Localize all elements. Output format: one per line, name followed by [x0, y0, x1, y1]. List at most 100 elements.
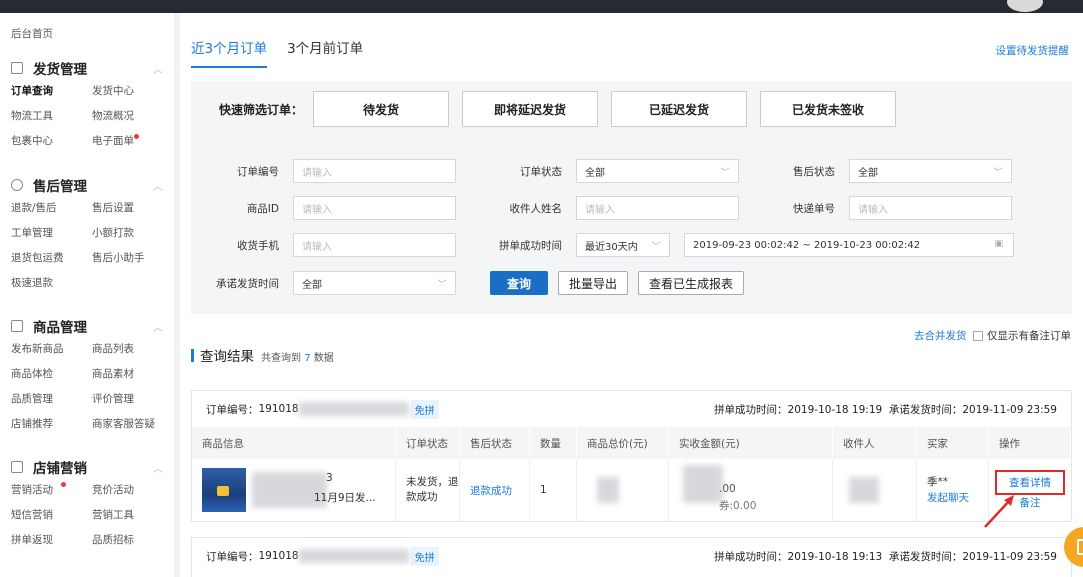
section-title: 发货管理 — [33, 62, 87, 78]
sidebar-section-header[interactable]: 店铺营销 ︿ — [11, 456, 163, 478]
sidebar-item[interactable]: 物流概况 — [92, 104, 167, 129]
sidebar-item[interactable]: 品质招标 — [92, 528, 167, 553]
checkbox-icon[interactable] — [973, 330, 983, 341]
select-value: 全部 — [585, 167, 605, 179]
quantity-cell: 1 — [530, 459, 577, 521]
promise-time-text: 承诺发货时间：2019-11-09 23:59 — [888, 550, 1057, 563]
order-times: 拼单成功时间：2019-10-18 19:19 承诺发货时间：2019-11-0… — [714, 402, 1057, 417]
product-id-input[interactable]: 请输入 — [293, 196, 456, 220]
order-header: 订单编号： 191018 免拼 拼单成功时间：2019-10-18 19:13 … — [192, 538, 1071, 574]
column-header: 收件人 — [833, 427, 917, 459]
sidebar-section-header[interactable]: 发货管理 ︿ — [11, 57, 163, 79]
result-title: 查询结果 — [200, 349, 254, 365]
sidebar-section-header[interactable]: 售后管理 ︿ — [11, 174, 163, 196]
sidebar-item[interactable]: 售后小助手 — [92, 246, 167, 271]
query-button[interactable]: 查询 — [490, 271, 548, 295]
total-price-cell — [577, 459, 669, 521]
start-chat-link[interactable]: 发起聊天 — [927, 490, 969, 506]
sidebar-item[interactable]: 拼单返现 — [11, 528, 92, 553]
quick-filter-soon-late-button[interactable]: 即将延迟发货 — [462, 91, 598, 127]
tab-older-than-3-months[interactable]: 3个月前订单 — [287, 37, 363, 68]
sidebar-section-marketing: 店铺营销 ︿ 营销活动 竞价活动 短信营销 营销工具 拼单返现 品质招标 — [11, 456, 163, 553]
product-thumbnail[interactable] — [202, 468, 246, 512]
batch-export-button[interactable]: 批量导出 — [558, 271, 629, 295]
sidebar-item[interactable]: 工单管理 — [11, 221, 92, 246]
chevron-up-icon[interactable]: ︿ — [153, 460, 163, 475]
sidebar-item[interactable]: 短信营销 — [11, 503, 92, 528]
sidebar-item[interactable]: 品质管理 — [11, 387, 92, 412]
chevron-up-icon[interactable]: ︿ — [153, 319, 163, 334]
success-time-range-select[interactable]: 最近30天内 ﹀ — [576, 233, 670, 257]
select-value: 全部 — [858, 167, 878, 179]
quick-filter-shipped-unsigned-button[interactable]: 已发货未签收 — [760, 91, 896, 127]
note-link[interactable]: 备注 — [1020, 495, 1041, 510]
sidebar-item[interactable]: 评价管理 — [92, 387, 167, 412]
sidebar-section-shipping: 发货管理 ︿ 订单查询 发货中心 物流工具 物流概况 包裹中心 电子面单 — [11, 57, 163, 154]
annotation-arrow — [984, 495, 1014, 528]
sidebar-item[interactable]: 发布新商品 — [11, 337, 92, 362]
sidebar-item[interactable]: 物流工具 — [11, 104, 92, 129]
sidebar-item[interactable]: 售后设置 — [92, 196, 167, 221]
recipient-input[interactable]: 请输入 — [576, 196, 739, 220]
sidebar-item[interactable]: 退款/售后 — [11, 196, 92, 221]
sidebar-item[interactable]: 竞价活动 — [92, 478, 167, 503]
column-header: 买家 — [917, 427, 989, 459]
promise-time-text: 承诺发货时间：2019-11-09 23:59 — [888, 403, 1057, 416]
remark-only-checkbox[interactable]: 仅显示有备注订单 — [973, 328, 1071, 343]
date-range-value: 2019-09-23 00:02:42 ~ 2019-10-23 00:02:4… — [693, 239, 921, 251]
accent-bar — [191, 348, 194, 362]
quick-filter-late-button[interactable]: 已延迟发货 — [611, 91, 747, 127]
shield-icon — [11, 179, 23, 191]
chevron-up-icon[interactable]: ︿ — [153, 178, 163, 193]
product-name[interactable]: 3 11月9日发... — [252, 468, 382, 512]
notification-dot — [134, 134, 139, 139]
table-header: 商品信息 订单状态 售后状态 数量 商品总价(元) 实收金额(元) 收件人 买家… — [192, 427, 1071, 459]
sidebar-item[interactable]: 商品列表 — [92, 337, 167, 362]
sidebar-item[interactable]: 极速退款 — [11, 271, 92, 296]
order-status-select[interactable]: 全部 ﹀ — [576, 159, 739, 183]
order-no-label: 订单编号： — [206, 550, 259, 563]
quick-filter: 快速筛选订单： 待发货 即将延迟发货 已延迟发货 已发货未签收 — [219, 91, 909, 127]
date-range-picker[interactable]: 2019-09-23 00:02:42 ~ 2019-10-23 00:02:4… — [684, 233, 1014, 257]
sidebar-item[interactable]: 包裹中心 — [11, 129, 92, 154]
sidebar-item[interactable]: 小额打款 — [92, 221, 167, 246]
order-no-label: 订单编号 — [237, 165, 279, 178]
result-header: 查询结果 共查询到 7 数据 — [191, 345, 334, 365]
promise-time-select[interactable]: 全部 ﹀ — [293, 271, 456, 295]
avatar[interactable] — [1007, 0, 1043, 12]
sidebar-item-home[interactable]: 后台首页 — [11, 26, 53, 41]
tab-recent-3-months[interactable]: 近3个月订单 — [191, 37, 268, 68]
sidebar-item[interactable]: 店铺推荐 — [11, 412, 92, 437]
sidebar-item[interactable]: 商品体检 — [11, 362, 92, 387]
sidebar-item-order-query[interactable]: 订单查询 — [11, 79, 92, 104]
shipping-reminder-link[interactable]: 设置待发货提醒 — [996, 43, 1070, 58]
sidebar-item[interactable]: 退货包运费 — [11, 246, 92, 271]
column-header: 订单状态 — [396, 427, 460, 459]
after-sale-status-select[interactable]: 全部 ﹀ — [849, 159, 1012, 183]
column-header: 实收金额(元) — [669, 427, 833, 459]
success-time-text: 拼单成功时间：2019-10-18 19:19 — [714, 403, 883, 416]
sidebar-item[interactable]: 电子面单 — [92, 129, 167, 154]
sidebar-item[interactable]: 商家客服答疑 — [92, 412, 167, 437]
calendar-icon: ▣ — [994, 239, 1003, 249]
select-value: 全部 — [302, 279, 322, 291]
quick-filter-label: 快速筛选订单： — [219, 102, 304, 117]
free-group-tag: 免拼 — [410, 399, 439, 419]
sidebar-section-header[interactable]: 商品管理 ︿ — [11, 315, 163, 337]
sidebar-item[interactable]: 发货中心 — [92, 79, 167, 104]
phone-input[interactable]: 请输入 — [293, 233, 456, 257]
free-group-tag: 免拼 — [410, 546, 439, 566]
after-sale-status-label: 售后状态 — [793, 165, 835, 178]
chevron-up-icon[interactable]: ︿ — [153, 61, 163, 76]
after-sale-status-link[interactable]: 退款成功 — [460, 459, 530, 521]
chevron-down-icon: ﹀ — [718, 168, 728, 178]
merge-shipping-link[interactable]: 去合并发货 — [914, 328, 967, 343]
sidebar-item[interactable]: 商品素材 — [92, 362, 167, 387]
result-count-number: 7 — [304, 353, 311, 364]
sidebar-item[interactable]: 营销活动 — [11, 478, 92, 503]
view-reports-button[interactable]: 查看已生成报表 — [638, 271, 745, 295]
quick-filter-pending-button[interactable]: 待发货 — [313, 91, 449, 127]
order-no-input[interactable]: 请输入 — [293, 159, 456, 183]
sidebar-item[interactable]: 营销工具 — [92, 503, 167, 528]
tracking-no-input[interactable]: 请输入 — [849, 196, 1012, 220]
